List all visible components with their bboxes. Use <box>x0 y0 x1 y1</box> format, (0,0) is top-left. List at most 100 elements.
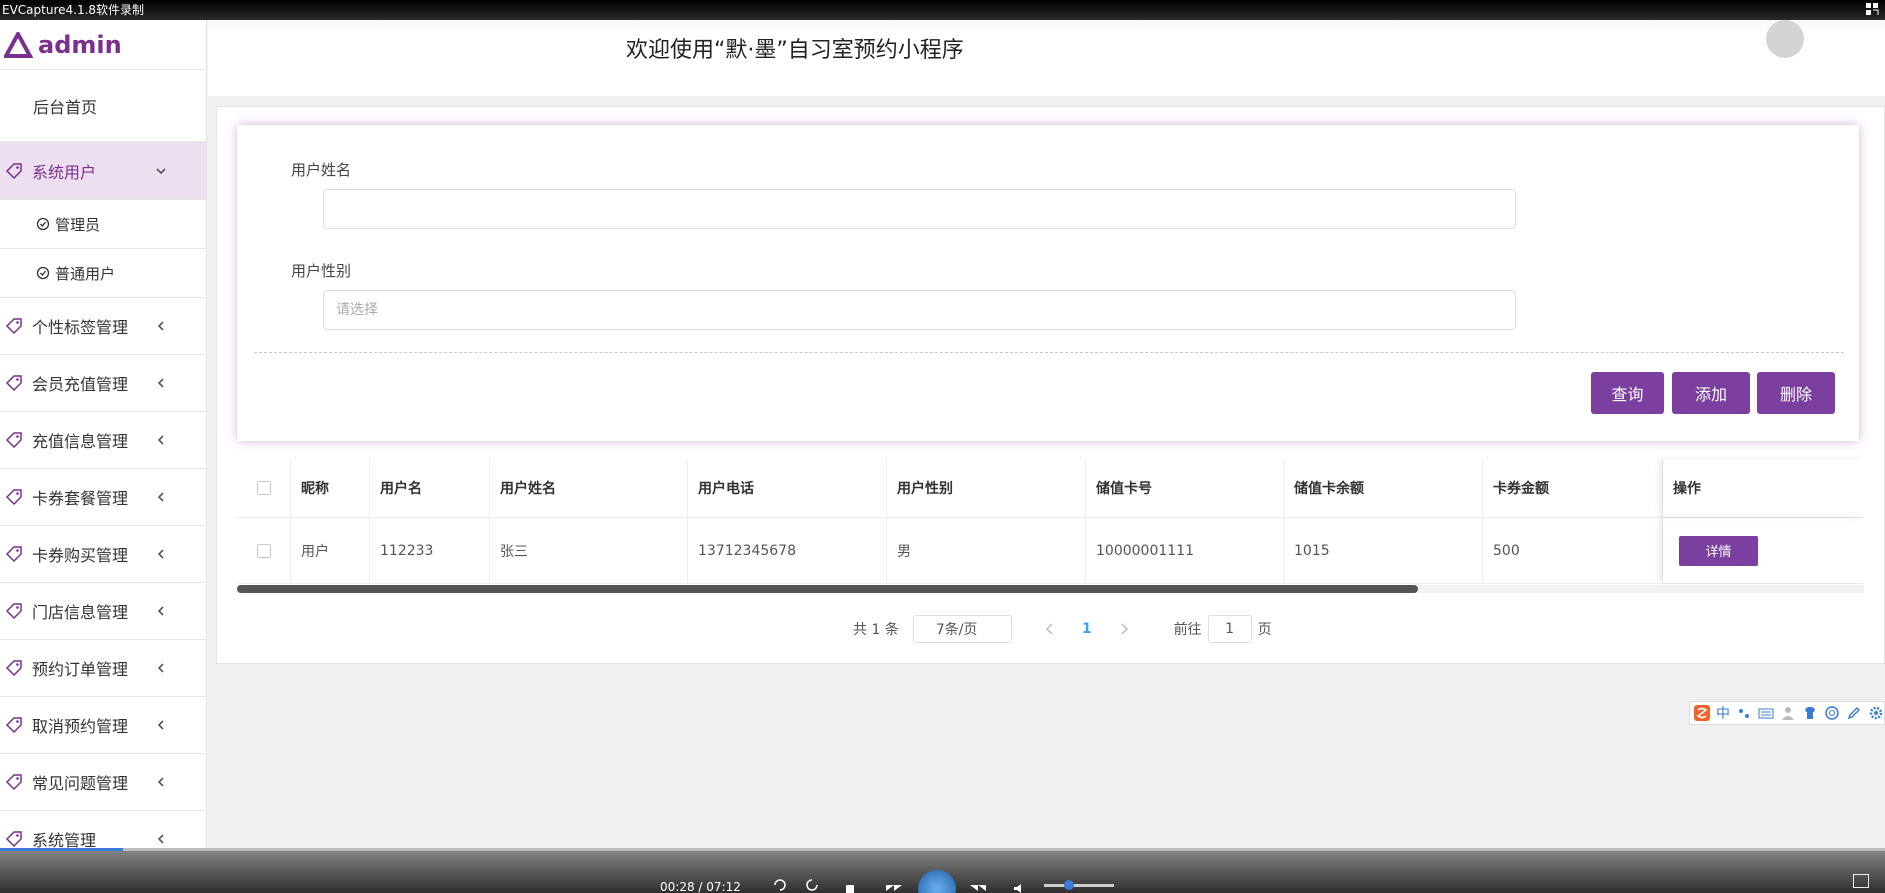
scrollbar-thumb[interactable] <box>237 585 1418 593</box>
sidebar-item-group[interactable]: 常见问题管理 <box>0 754 206 811</box>
sidebar-item-home[interactable]: 后台首页 <box>0 70 206 142</box>
header-action: 操作 <box>1663 459 1864 517</box>
volume-slider[interactable] <box>1044 880 1114 890</box>
refresh-icon[interactable] <box>804 874 820 893</box>
query-button[interactable]: 查询 <box>1591 372 1664 414</box>
logo-icon <box>4 31 34 58</box>
name-label: 用户姓名 <box>291 161 352 179</box>
chevron-down-icon <box>156 167 166 174</box>
header-username: 用户名 <box>370 459 490 517</box>
tag-icon <box>5 375 22 392</box>
sidebar-subitem-admin[interactable]: 管理员 <box>0 200 206 249</box>
tag-icon <box>5 660 22 677</box>
tag-icon <box>5 774 22 791</box>
chevron-left-icon <box>157 492 164 502</box>
goto-page-input[interactable]: 1 <box>1207 615 1252 643</box>
cell-balance: 1015 <box>1284 518 1483 583</box>
chevron-left-icon <box>157 720 164 730</box>
add-button[interactable]: 添加 <box>1672 372 1750 414</box>
tag-icon <box>5 603 22 620</box>
delete-button[interactable]: 删除 <box>1757 372 1835 414</box>
header-gender: 用户性别 <box>887 459 1086 517</box>
tag-icon <box>5 489 22 506</box>
punctuation-icon[interactable] <box>1736 705 1752 721</box>
row-checkbox[interactable] <box>256 543 271 558</box>
sidebar-item-system-users[interactable]: 系统用户 <box>0 142 206 200</box>
sidebar-item-label: 门店信息管理 <box>32 603 129 622</box>
detail-button[interactable]: 详情 <box>1679 535 1758 566</box>
tag-icon <box>5 717 22 734</box>
sidebar-item-group[interactable]: 充值信息管理 <box>0 412 206 469</box>
sidebar-item-group[interactable]: 卡券购买管理 <box>0 526 206 583</box>
sidebar-item-group[interactable]: 个性标签管理 <box>0 298 206 355</box>
ime-language[interactable]: 中 <box>1716 703 1730 723</box>
skin-icon[interactable] <box>1802 705 1818 721</box>
sidebar-item-label: 会员充值管理 <box>32 375 129 394</box>
logo-text: admin <box>38 30 122 59</box>
header-nickname: 昵称 <box>291 459 370 517</box>
user-icon[interactable] <box>1780 705 1796 721</box>
chevron-left-icon <box>157 663 164 673</box>
tag-icon <box>5 318 22 335</box>
chevron-left-icon <box>157 435 164 445</box>
select-all-cell <box>237 459 291 517</box>
check-circle-icon <box>36 266 50 280</box>
avatar[interactable] <box>1766 20 1804 58</box>
playback-progress-fill <box>0 848 123 851</box>
users-table: 昵称 用户名 用户姓名 用户电话 用户性别 储值卡号 储值卡余额 卡券金额 操作… <box>237 459 1864 584</box>
tag-icon <box>5 546 22 563</box>
exit-fullscreen-icon[interactable] <box>1865 2 1879 16</box>
sidebar-item-label: 充值信息管理 <box>32 432 129 451</box>
loop-icon[interactable] <box>772 874 788 893</box>
cell-username: 112233 <box>370 518 490 583</box>
page-title: 欢迎使用“默·墨”自习室预约小程序 <box>626 38 964 63</box>
sogou-logo-icon[interactable] <box>1694 705 1710 721</box>
cell-phone: 13712345678 <box>688 518 887 583</box>
header-balance: 储值卡余额 <box>1284 459 1483 517</box>
header-card-no: 储值卡号 <box>1086 459 1284 517</box>
sidebar-item-group[interactable]: 会员充值管理 <box>0 355 206 412</box>
edit-icon[interactable] <box>1846 705 1862 721</box>
row-select-cell <box>237 518 291 583</box>
table-header-row: 昵称 用户名 用户姓名 用户电话 用户性别 储值卡号 储值卡余额 卡券金额 操作 <box>237 459 1864 518</box>
divider <box>254 352 1844 353</box>
tag-icon <box>5 432 22 449</box>
rewind-icon[interactable] <box>882 874 906 893</box>
sidebar-item-group[interactable]: 预约订单管理 <box>0 640 206 697</box>
stop-icon[interactable] <box>842 874 858 893</box>
chevron-left-icon <box>157 378 164 388</box>
volume-icon[interactable] <box>1012 874 1028 893</box>
sidebar-subitem-normal-user[interactable]: 普通用户 <box>0 249 206 298</box>
prev-page-icon[interactable] <box>1040 619 1060 639</box>
chevron-left-icon <box>157 834 164 844</box>
sidebar-item-group[interactable]: 卡券套餐管理 <box>0 469 206 526</box>
gear-icon[interactable] <box>1868 705 1884 721</box>
sidebar-item-label: 后台首页 <box>33 97 98 117</box>
fullscreen-icon[interactable] <box>1853 874 1869 888</box>
sidebar-item-label: 预约订单管理 <box>32 660 129 679</box>
name-input[interactable] <box>323 189 1516 229</box>
table-row: 用户 112233 张三 13712345678 男 10000001111 1… <box>237 518 1864 584</box>
sidebar-item-group[interactable]: 取消预约管理 <box>0 697 206 754</box>
page-suffix: 页 <box>1257 622 1272 638</box>
playback-progress[interactable] <box>0 848 1885 851</box>
video-player-bar: 00:28 / 07:12 <box>0 848 1885 893</box>
play-button[interactable] <box>918 870 956 893</box>
emoji-icon[interactable] <box>1824 705 1840 721</box>
fast-forward-icon[interactable] <box>966 874 990 893</box>
search-form: 用户姓名 用户性别 请选择 查询 添加 删除 <box>237 125 1859 441</box>
select-all-checkbox[interactable] <box>256 481 271 495</box>
table-horizontal-scrollbar[interactable] <box>237 585 1864 593</box>
tag-icon <box>5 831 22 848</box>
sidebar-item-label: 常见问题管理 <box>32 774 129 793</box>
keyboard-icon[interactable] <box>1758 705 1774 721</box>
page-number-current[interactable]: 1 <box>1082 621 1092 637</box>
next-page-icon[interactable] <box>1114 619 1134 639</box>
header-realname: 用户姓名 <box>490 459 688 517</box>
pagination: 共 1 条 7条/页 1 前往 1 页 <box>853 615 1272 643</box>
page-size-select[interactable]: 7条/页 <box>912 615 1012 643</box>
volume-knob[interactable] <box>1064 880 1074 890</box>
gender-select[interactable]: 请选择 <box>323 290 1516 330</box>
chevron-left-icon <box>157 606 164 616</box>
sidebar-item-group[interactable]: 门店信息管理 <box>0 583 206 640</box>
